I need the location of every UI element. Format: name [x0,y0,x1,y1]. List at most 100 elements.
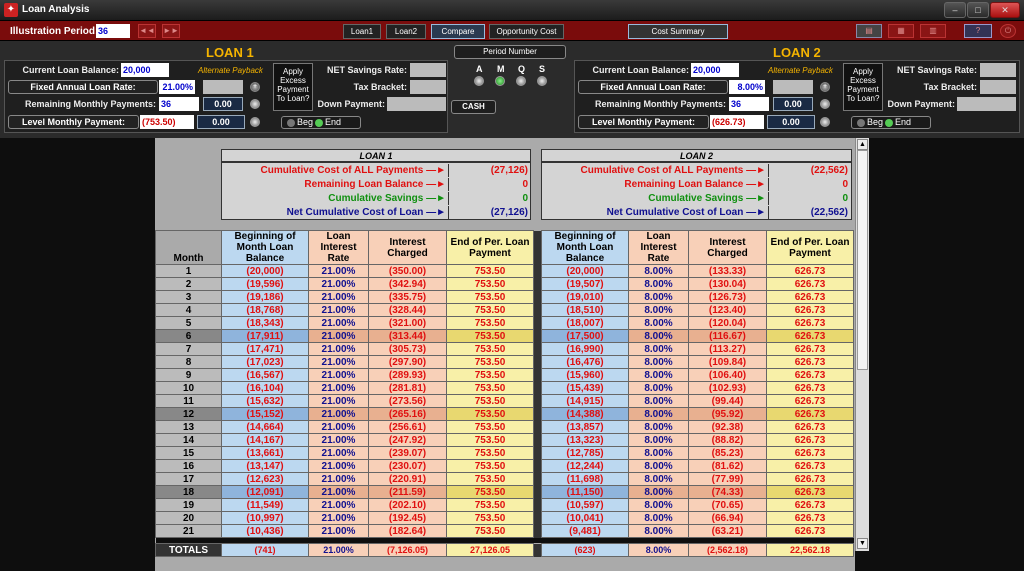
loan1-down-label: Down Payment: [317,99,385,109]
loan1-payment-value[interactable]: (753.50) [140,115,194,129]
table-cell: (99.44) [688,394,767,408]
app-icon: ✦ [4,3,18,17]
minimize-button[interactable]: – [944,2,966,18]
period-a-radio-icon[interactable] [474,76,484,86]
table-cell: 626.73 [766,446,854,460]
loan2-plus-icon[interactable]: + [820,82,830,92]
table-cell: 626.73 [766,342,854,356]
loan2-payment-value[interactable]: (626.73) [710,115,764,129]
table-cell: 753.50 [446,472,534,486]
table-cell: (106.40) [688,368,767,382]
cash-button[interactable]: CASH [451,100,496,114]
loan1-alt-rate[interactable] [203,80,243,94]
table-cell: (192.45) [368,511,447,525]
table-cell: 21.00% [308,264,369,278]
loan1-minus-icon[interactable] [250,99,260,109]
scroll-thumb[interactable] [857,150,868,370]
loan2-tax-input[interactable] [980,80,1016,94]
table-cell: (313.44) [368,329,447,343]
totals-cell: (2,562.18) [688,543,767,557]
loan1-balance-input[interactable]: 20,000 [121,63,169,77]
loan1-net-savings-input[interactable] [410,63,446,77]
period-s-radio-icon[interactable] [537,76,547,86]
help-icon[interactable]: ? [964,24,992,38]
loan2-minus2-icon[interactable] [820,117,830,127]
table-cell: (66.94) [688,511,767,525]
loan2-down-label: Down Payment: [887,99,955,109]
loan1-minus2-icon[interactable] [250,117,260,127]
power-icon[interactable]: ⏻ [1000,24,1016,38]
loan2-minus-icon[interactable] [820,99,830,109]
loan1-remaining-extra[interactable]: 0.00 [203,97,243,111]
table-row: 6 (17,911) 21.00% (313.44) 753.50 (17,500) 8.0… [155,329,854,343]
period-q-radio-icon[interactable] [516,76,526,86]
loan1-payment-extra[interactable]: 0.00 [197,115,245,129]
table-cell: 8.00% [628,524,689,538]
table-cell: 21.00% [308,368,369,382]
table-cell: 21.00% [308,459,369,473]
month-cell: 6 [155,329,222,343]
tab-loan2[interactable]: Loan2 [386,24,426,39]
export-icon[interactable]: ▦ [888,24,914,38]
table-cell: 626.73 [766,420,854,434]
loan1-plus-icon[interactable]: + [250,82,260,92]
maximize-button[interactable]: □ [967,2,989,18]
month-cell: 17 [155,472,222,486]
column-gap [533,459,542,473]
cost-summary-button[interactable]: Cost Summary [628,24,728,39]
vertical-scrollbar[interactable]: ▲ ▼ [855,138,869,551]
scroll-up-icon[interactable]: ▲ [857,139,868,150]
end-radio-icon[interactable] [885,118,894,127]
period-m-radio-icon[interactable] [495,76,505,86]
table-cell: 753.50 [446,498,534,512]
table-cell: 753.50 [446,446,534,460]
summary-loan2-box: Cumulative Cost of ALL Payments —► (22,56… [541,162,852,220]
table-cell: (19,507) [541,277,629,291]
illustration-period-input[interactable]: 36 [96,24,130,38]
loan1-balance-label: Current Loan Balance: [22,65,119,75]
tab-loan1[interactable]: Loan1 [343,24,381,39]
loan2-balance-input[interactable]: 20,000 [691,63,739,77]
illustration-period-label: Illustration Period: [10,26,99,37]
loan2-remaining-input[interactable]: 36 [729,97,769,111]
table-cell: (230.07) [368,459,447,473]
loan2-rate-input[interactable]: 8.00% [729,80,765,94]
beg-radio-icon[interactable] [857,118,865,127]
table-cell: 753.50 [446,381,534,395]
loan1-remaining-input[interactable]: 36 [159,97,199,111]
table-cell: (12,244) [541,459,629,473]
next-icon[interactable]: ►► [162,24,180,38]
tab-compare[interactable]: Compare [431,24,485,39]
table-cell: (350.00) [368,264,447,278]
loan1-beg-end-toggle[interactable]: Beg End [281,116,361,129]
loan2-beg-end-toggle[interactable]: Beg End [851,116,931,129]
table-cell: 626.73 [766,485,854,499]
table-cell: (12,091) [221,485,309,499]
loan1-rate-input[interactable]: 21.00% [159,80,195,94]
table-cell: (328.44) [368,303,447,317]
loan2-remaining-extra[interactable]: 0.00 [773,97,813,111]
table-cell: (12,785) [541,446,629,460]
end-radio-icon[interactable] [315,118,324,127]
column-gap [533,498,542,512]
column-gap [533,368,542,382]
table-cell: 626.73 [766,498,854,512]
table-cell: 8.00% [628,459,689,473]
totals-cell: 8.00% [628,543,689,557]
table-cell: 21.00% [308,277,369,291]
scroll-down-icon[interactable]: ▼ [857,538,868,549]
loan2-payment-extra[interactable]: 0.00 [767,115,815,129]
tab-opportunity-cost[interactable]: Opportunity Cost [489,24,564,39]
print-icon[interactable]: ▤ [856,24,882,38]
summary-loan1-title: LOAN 1 [221,149,531,162]
table-cell: (18,768) [221,303,309,317]
beg-radio-icon[interactable] [287,118,295,127]
loan1-down-input[interactable] [387,97,446,111]
loan1-tax-input[interactable] [410,80,446,94]
close-button[interactable]: ✕ [990,2,1020,18]
loan2-alt-rate[interactable] [773,80,813,94]
prev-icon[interactable]: ◄◄ [138,24,156,38]
settings-icon[interactable]: ▥ [920,24,946,38]
loan2-down-input[interactable] [957,97,1016,111]
loan2-net-savings-input[interactable] [980,63,1016,77]
